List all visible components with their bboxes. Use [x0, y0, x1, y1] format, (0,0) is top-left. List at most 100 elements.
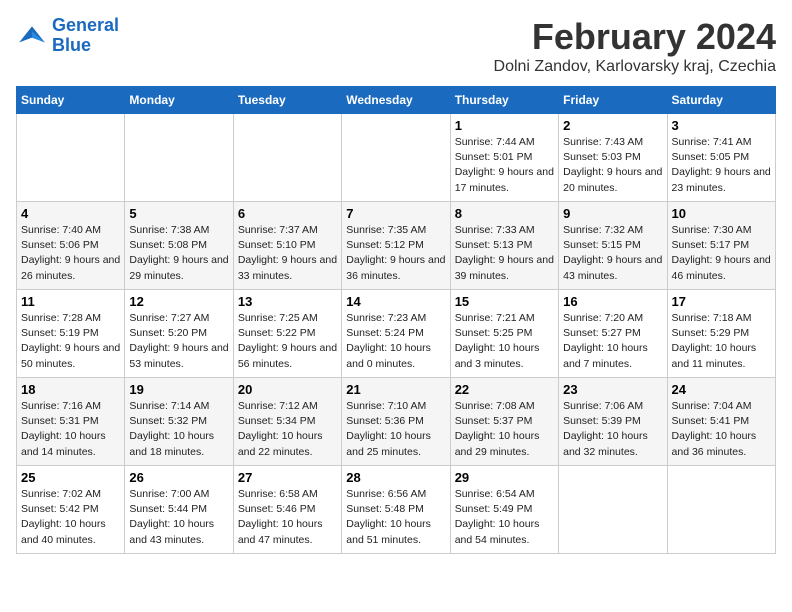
day-info: Sunrise: 7:12 AM Sunset: 5:34 PM Dayligh… [238, 399, 337, 460]
calendar-cell: 6 Sunrise: 7:37 AM Sunset: 5:10 PM Daylig… [233, 202, 341, 290]
day-info: Sunrise: 7:23 AM Sunset: 5:24 PM Dayligh… [346, 311, 445, 372]
calendar-cell: 16 Sunrise: 7:20 AM Sunset: 5:27 PM Dayli… [559, 290, 667, 378]
weekday-header-wednesday: Wednesday [342, 87, 450, 114]
calendar-week-row: 25 Sunrise: 7:02 AM Sunset: 5:42 PM Dayli… [17, 466, 776, 554]
calendar-cell: 2 Sunrise: 7:43 AM Sunset: 5:03 PM Daylig… [559, 114, 667, 202]
day-info: Sunrise: 7:43 AM Sunset: 5:03 PM Dayligh… [563, 135, 662, 196]
calendar-cell: 22Sunrise: 7:08 AM Sunset: 5:37 PM Dayli… [450, 378, 558, 466]
weekday-header-row: SundayMondayTuesdayWednesdayThursdayFrid… [17, 87, 776, 114]
calendar-week-row: 1 Sunrise: 7:44 AM Sunset: 5:01 PM Daylig… [17, 114, 776, 202]
day-number: 18 [21, 382, 120, 397]
calendar-cell: 23 Sunrise: 7:06 AM Sunset: 5:39 PM Dayli… [559, 378, 667, 466]
calendar-cell [125, 114, 233, 202]
day-number: 6 [238, 206, 337, 221]
day-number: 2 [563, 118, 662, 133]
weekday-header-thursday: Thursday [450, 87, 558, 114]
calendar-cell: 7 Sunrise: 7:35 AM Sunset: 5:12 PM Daylig… [342, 202, 450, 290]
weekday-header-friday: Friday [559, 87, 667, 114]
calendar-cell: 29 Sunrise: 6:54 AM Sunset: 5:49 PM Dayli… [450, 466, 558, 554]
day-info: Sunrise: 7:06 AM Sunset: 5:39 PM Dayligh… [563, 399, 662, 460]
calendar-cell: 19 Sunrise: 7:14 AM Sunset: 5:32 PM Dayli… [125, 378, 233, 466]
day-number: 28 [346, 470, 445, 485]
calendar-cell: 3 Sunrise: 7:41 AM Sunset: 5:05 PM Daylig… [667, 114, 775, 202]
day-number: 1 [455, 118, 554, 133]
day-number: 12 [129, 294, 228, 309]
day-info: Sunrise: 7:38 AM Sunset: 5:08 PM Dayligh… [129, 223, 228, 284]
day-info: Sunrise: 6:56 AM Sunset: 5:48 PM Dayligh… [346, 487, 445, 548]
weekday-header-monday: Monday [125, 87, 233, 114]
calendar-body: 1 Sunrise: 7:44 AM Sunset: 5:01 PM Daylig… [17, 114, 776, 554]
day-number: 14 [346, 294, 445, 309]
calendar-table: SundayMondayTuesdayWednesdayThursdayFrid… [16, 86, 776, 554]
calendar-week-row: 4Sunrise: 7:40 AM Sunset: 5:06 PM Daylig… [17, 202, 776, 290]
day-number: 27 [238, 470, 337, 485]
calendar-header: SundayMondayTuesdayWednesdayThursdayFrid… [17, 87, 776, 114]
day-number: 29 [455, 470, 554, 485]
calendar-cell: 18 Sunrise: 7:16 AM Sunset: 5:31 PM Dayli… [17, 378, 125, 466]
day-number: 19 [129, 382, 228, 397]
day-info: Sunrise: 7:25 AM Sunset: 5:22 PM Dayligh… [238, 311, 337, 372]
calendar-cell: 25 Sunrise: 7:02 AM Sunset: 5:42 PM Dayli… [17, 466, 125, 554]
day-number: 24 [672, 382, 771, 397]
logo-text: General Blue [52, 16, 119, 56]
day-info: Sunrise: 7:35 AM Sunset: 5:12 PM Dayligh… [346, 223, 445, 284]
calendar-cell: 5Sunrise: 7:38 AM Sunset: 5:08 PM Daylig… [125, 202, 233, 290]
calendar-cell: 15 Sunrise: 7:21 AM Sunset: 5:25 PM Dayli… [450, 290, 558, 378]
day-number: 25 [21, 470, 120, 485]
day-info: Sunrise: 7:32 AM Sunset: 5:15 PM Dayligh… [563, 223, 662, 284]
logo: General Blue [16, 16, 119, 56]
day-number: 3 [672, 118, 771, 133]
calendar-cell: 26 Sunrise: 7:00 AM Sunset: 5:44 PM Dayli… [125, 466, 233, 554]
day-number: 9 [563, 206, 662, 221]
day-info: Sunrise: 7:16 AM Sunset: 5:31 PM Dayligh… [21, 399, 120, 460]
day-info: Sunrise: 6:54 AM Sunset: 5:49 PM Dayligh… [455, 487, 554, 548]
calendar-cell: 27 Sunrise: 6:58 AM Sunset: 5:46 PM Dayli… [233, 466, 341, 554]
day-info: Sunrise: 7:30 AM Sunset: 5:17 PM Dayligh… [672, 223, 771, 284]
page-header: General Blue February 2024 Dolni Zandov,… [16, 16, 776, 76]
day-info: Sunrise: 7:33 AM Sunset: 5:13 PM Dayligh… [455, 223, 554, 284]
weekday-header-tuesday: Tuesday [233, 87, 341, 114]
calendar-cell: 12Sunrise: 7:27 AM Sunset: 5:20 PM Dayli… [125, 290, 233, 378]
day-number: 16 [563, 294, 662, 309]
day-number: 23 [563, 382, 662, 397]
day-number: 26 [129, 470, 228, 485]
day-number: 21 [346, 382, 445, 397]
calendar-cell: 17Sunrise: 7:18 AM Sunset: 5:29 PM Dayli… [667, 290, 775, 378]
day-info: Sunrise: 6:58 AM Sunset: 5:46 PM Dayligh… [238, 487, 337, 548]
day-info: Sunrise: 7:18 AM Sunset: 5:29 PM Dayligh… [672, 311, 771, 372]
calendar-cell: 8Sunrise: 7:33 AM Sunset: 5:13 PM Daylig… [450, 202, 558, 290]
day-info: Sunrise: 7:14 AM Sunset: 5:32 PM Dayligh… [129, 399, 228, 460]
calendar-cell: 4Sunrise: 7:40 AM Sunset: 5:06 PM Daylig… [17, 202, 125, 290]
logo-icon [16, 20, 48, 52]
weekday-header-saturday: Saturday [667, 87, 775, 114]
calendar-cell [17, 114, 125, 202]
day-info: Sunrise: 7:10 AM Sunset: 5:36 PM Dayligh… [346, 399, 445, 460]
day-info: Sunrise: 7:20 AM Sunset: 5:27 PM Dayligh… [563, 311, 662, 372]
calendar-cell: 1 Sunrise: 7:44 AM Sunset: 5:01 PM Daylig… [450, 114, 558, 202]
calendar-week-row: 18 Sunrise: 7:16 AM Sunset: 5:31 PM Dayli… [17, 378, 776, 466]
day-number: 15 [455, 294, 554, 309]
day-info: Sunrise: 7:37 AM Sunset: 5:10 PM Dayligh… [238, 223, 337, 284]
calendar-cell: 24 Sunrise: 7:04 AM Sunset: 5:41 PM Dayli… [667, 378, 775, 466]
day-info: Sunrise: 7:28 AM Sunset: 5:19 PM Dayligh… [21, 311, 120, 372]
title-block: February 2024 Dolni Zandov, Karlovarsky … [494, 16, 776, 76]
location-subtitle: Dolni Zandov, Karlovarsky kraj, Czechia [494, 58, 776, 76]
day-info: Sunrise: 7:00 AM Sunset: 5:44 PM Dayligh… [129, 487, 228, 548]
day-info: Sunrise: 7:08 AM Sunset: 5:37 PM Dayligh… [455, 399, 554, 460]
calendar-cell: 21 Sunrise: 7:10 AM Sunset: 5:36 PM Dayli… [342, 378, 450, 466]
day-number: 4 [21, 206, 120, 221]
day-info: Sunrise: 7:02 AM Sunset: 5:42 PM Dayligh… [21, 487, 120, 548]
day-info: Sunrise: 7:41 AM Sunset: 5:05 PM Dayligh… [672, 135, 771, 196]
calendar-cell [233, 114, 341, 202]
day-info: Sunrise: 7:21 AM Sunset: 5:25 PM Dayligh… [455, 311, 554, 372]
day-number: 10 [672, 206, 771, 221]
calendar-cell [559, 466, 667, 554]
calendar-cell: 11Sunrise: 7:28 AM Sunset: 5:19 PM Dayli… [17, 290, 125, 378]
month-year-title: February 2024 [494, 16, 776, 58]
day-info: Sunrise: 7:44 AM Sunset: 5:01 PM Dayligh… [455, 135, 554, 196]
day-number: 7 [346, 206, 445, 221]
calendar-cell: 14 Sunrise: 7:23 AM Sunset: 5:24 PM Dayli… [342, 290, 450, 378]
calendar-cell: 10 Sunrise: 7:30 AM Sunset: 5:17 PM Dayli… [667, 202, 775, 290]
day-info: Sunrise: 7:04 AM Sunset: 5:41 PM Dayligh… [672, 399, 771, 460]
calendar-cell [667, 466, 775, 554]
